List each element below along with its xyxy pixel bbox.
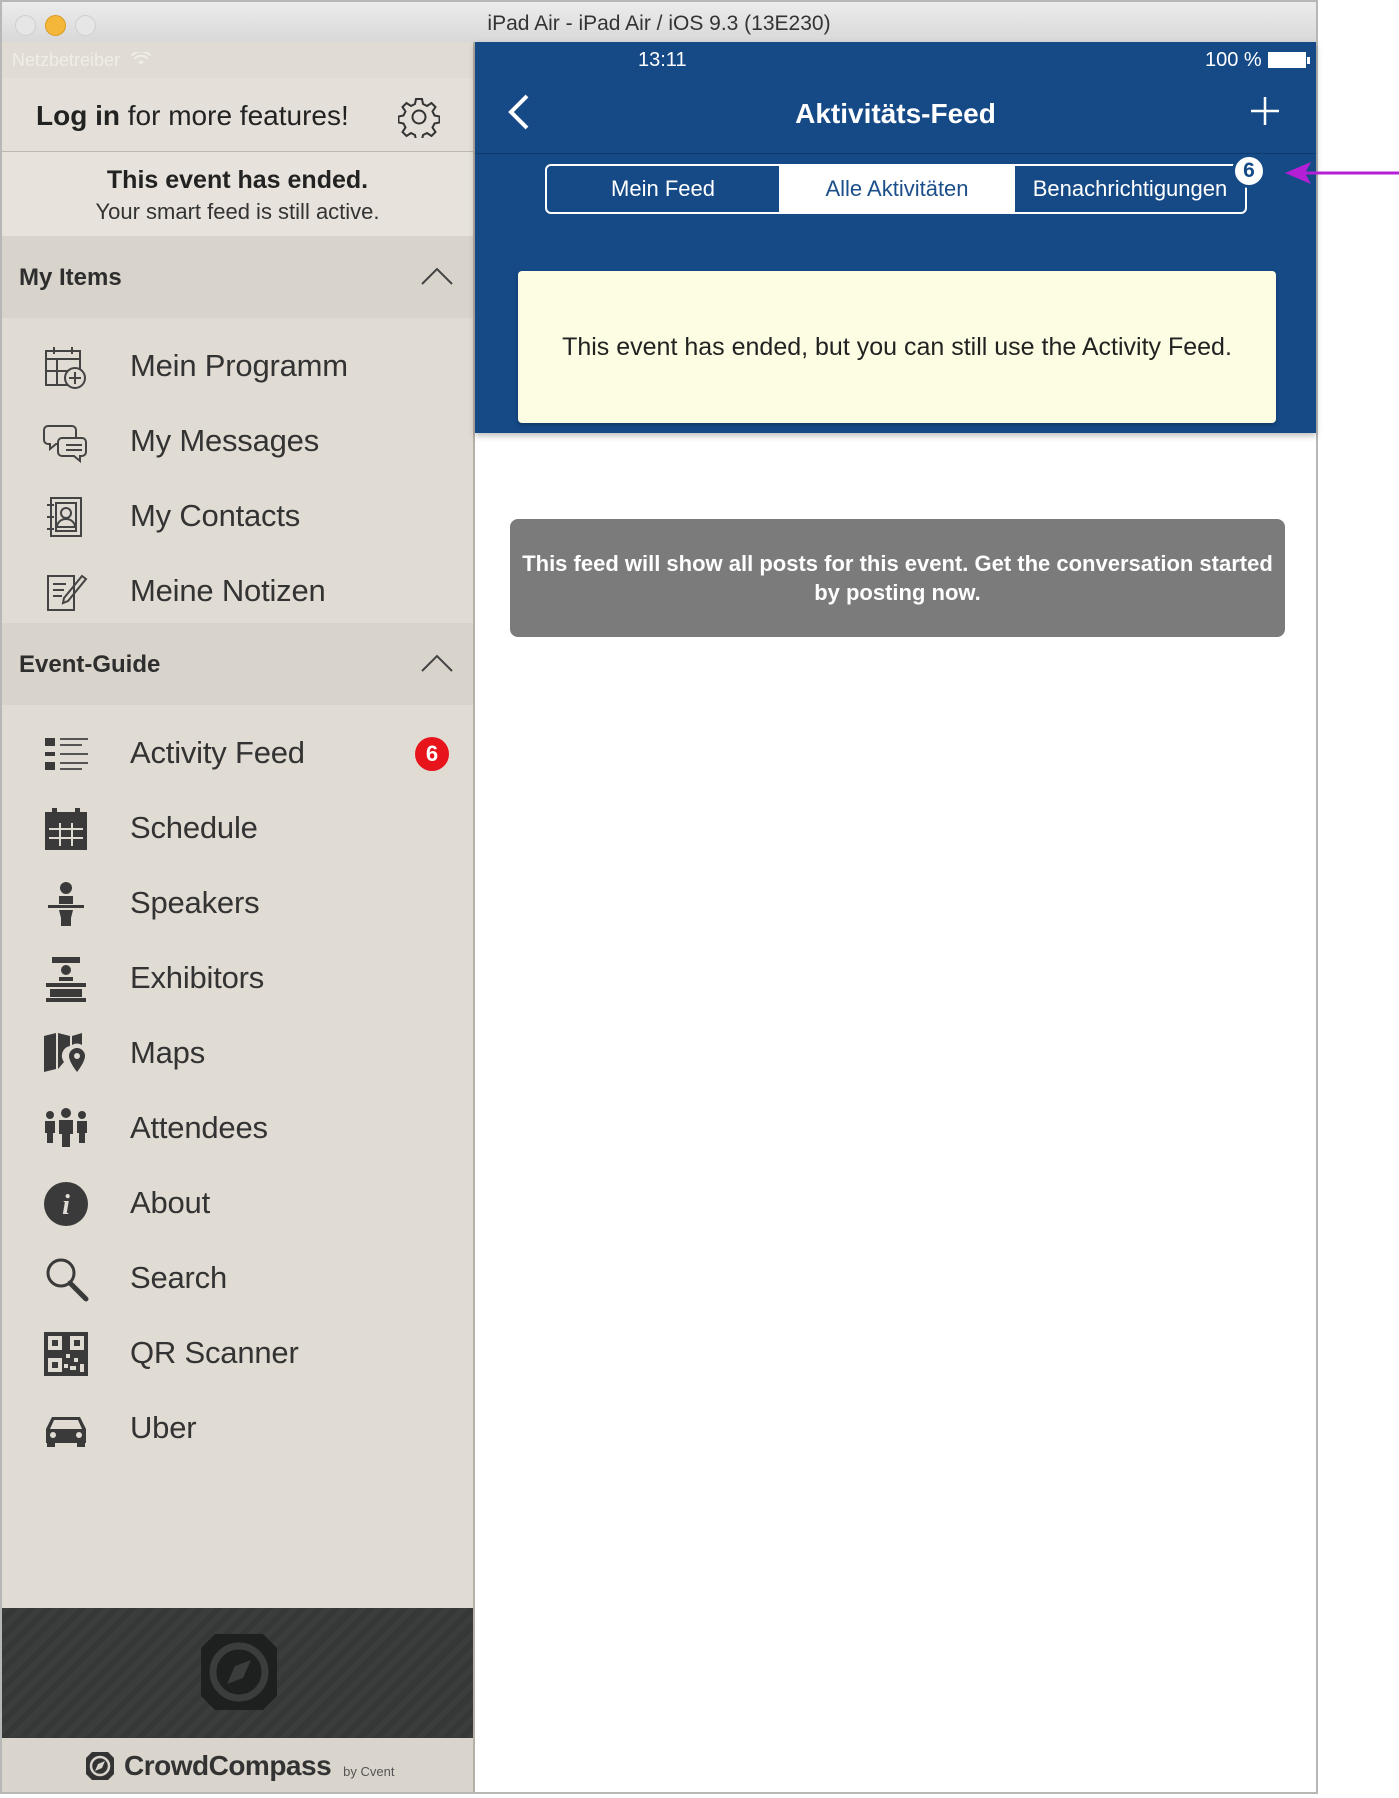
chevron-up-icon[interactable] — [420, 653, 454, 673]
sidebar-item-attendees[interactable]: Attendees — [2, 1090, 473, 1165]
minimize-window-button[interactable] — [45, 15, 66, 36]
info-icon: i — [44, 1182, 88, 1226]
event-ended-subtitle: Your smart feed is still active. — [95, 199, 380, 224]
people-icon — [45, 1108, 87, 1147]
address-book-icon — [47, 497, 82, 537]
navbar-divider — [475, 153, 1316, 154]
sidebar-item-uber[interactable]: Uber — [2, 1390, 473, 1465]
section-header-my-items[interactable]: My Items — [2, 236, 473, 318]
sidebar-item-speakers[interactable]: Speakers — [2, 865, 473, 940]
window-titlebar: iPad Air - iPad Air / iOS 9.3 (13E230) — [2, 2, 1316, 44]
map-pin-icon — [44, 1033, 85, 1072]
main-panel: 13:11 100 % Aktivitäts-Feed Mein Feed Al… — [475, 42, 1316, 1792]
sidebar-item-label: QR Scanner — [130, 1335, 299, 1370]
page-title: Aktivitäts-Feed — [795, 98, 996, 129]
chevron-up-icon[interactable] — [420, 266, 454, 286]
annotation-arrow-icon — [1285, 162, 1399, 184]
sidebar-item-label: My Contacts — [130, 498, 301, 533]
chat-bubbles-icon — [43, 425, 87, 464]
compass-logo-icon — [201, 1634, 277, 1710]
sidebar-item-label: Exhibitors — [130, 960, 265, 995]
section-label: Event-Guide — [19, 651, 161, 678]
sidebar-item-activity-feed[interactable]: Activity Feed 6 — [2, 715, 473, 790]
speaker-podium-icon — [48, 882, 84, 926]
sidebar-item-schedule[interactable]: Schedule — [2, 790, 473, 865]
sidebar-item-label: Uber — [130, 1410, 197, 1445]
feed-segmented-control: Mein Feed Alle Aktivitäten Benachrichtig… — [545, 164, 1247, 214]
event-ended-notice: This event has ended, but you can still … — [518, 271, 1276, 423]
event-ended-title: This event has ended. — [106, 166, 369, 194]
notifications-count-badge: 6 — [1232, 154, 1266, 188]
login-row[interactable]: Log in for more features! — [2, 78, 473, 152]
sidebar-item-label: Mein Programm — [130, 348, 348, 383]
sidebar-item-maps[interactable]: Maps — [2, 1015, 473, 1090]
sidebar-item-my-messages[interactable]: My Messages — [2, 403, 473, 478]
sidebar-item-label: Search — [130, 1260, 228, 1295]
car-icon — [46, 1417, 86, 1447]
add-post-icon[interactable] — [1248, 94, 1282, 128]
calendar-icon — [45, 808, 87, 850]
empty-feed-text: This feed will show all posts for this e… — [522, 551, 1273, 605]
tab-mein-feed[interactable]: Mein Feed — [547, 166, 781, 212]
status-bar: 13:11 100 % — [475, 42, 1316, 78]
brand-by-line: by Cvent — [343, 1763, 395, 1779]
battery-tip — [1307, 57, 1310, 64]
event-ended-banner: This event has ended. Your smart feed is… — [2, 152, 473, 236]
exhibitor-booth-icon — [46, 957, 86, 1002]
notice-text: This event has ended, but you can still … — [562, 332, 1232, 361]
sidebar-item-mein-programm[interactable]: Mein Programm — [2, 328, 473, 403]
battery-percentage: 100 % — [1205, 49, 1262, 71]
brand-name: CrowdCompass — [124, 1750, 332, 1781]
calendar-add-icon — [45, 347, 86, 389]
sidebar-item-label: Attendees — [130, 1110, 268, 1145]
notification-badge: 6 — [415, 737, 449, 771]
sidebar-item-about[interactable]: i About — [2, 1165, 473, 1240]
sidebar-item-exhibitors[interactable]: Exhibitors — [2, 940, 473, 1015]
qr-code-icon — [44, 1332, 88, 1376]
notes-icon — [47, 574, 88, 611]
sidebar-item-my-contacts[interactable]: My Contacts — [2, 478, 473, 553]
crowdcompass-brand: CrowdCompass by Cvent — [84, 1748, 394, 1784]
sidebar: Netzbetreiber Log in for more features! … — [2, 42, 475, 1792]
sidebar-footer — [2, 1608, 473, 1738]
battery-icon — [1268, 52, 1306, 68]
sidebar-item-meine-notizen[interactable]: Meine Notizen — [2, 553, 473, 628]
sidebar-item-label: Maps — [130, 1035, 206, 1070]
tab-benachrichtigungen[interactable]: Benachrichtigungen — [1015, 166, 1245, 212]
list-icon — [45, 738, 88, 770]
window-title: iPad Air - iPad Air / iOS 9.3 (13E230) — [487, 12, 831, 35]
brand-footer: CrowdCompass by Cvent — [2, 1738, 473, 1792]
search-icon — [46, 1258, 89, 1302]
sidebar-item-label: Activity Feed — [130, 735, 305, 770]
close-window-button[interactable] — [15, 15, 36, 36]
section-label: My Items — [19, 264, 122, 291]
wifi-icon — [131, 52, 152, 65]
crowdcompass-logo-icon — [86, 1752, 114, 1780]
navigation-header: 13:11 100 % Aktivitäts-Feed Mein Feed Al… — [475, 42, 1316, 433]
sidebar-item-label: Meine Notizen — [130, 573, 326, 608]
sidebar-item-search[interactable]: Search — [2, 1240, 473, 1315]
section-header-event-guide[interactable]: Event-Guide — [2, 623, 473, 705]
sidebar-item-label: About — [130, 1185, 211, 1220]
sidebar-item-label: Speakers — [130, 885, 260, 920]
tab-alle-aktivitaeten[interactable]: Alle Aktivitäten — [781, 166, 1015, 212]
sidebar-statusbar: Netzbetreiber — [2, 42, 473, 78]
svg-text:i: i — [62, 1190, 70, 1221]
empty-feed-message: This feed will show all posts for this e… — [510, 519, 1285, 637]
sidebar-item-label: Schedule — [130, 810, 258, 845]
login-prompt[interactable]: Log in for more features! — [36, 100, 349, 132]
carrier-label: Netzbetreiber — [12, 50, 121, 70]
sidebar-item-qr-scanner[interactable]: QR Scanner — [2, 1315, 473, 1390]
gear-icon[interactable] — [398, 96, 440, 138]
status-time: 13:11 — [638, 49, 687, 71]
zoom-window-button[interactable] — [75, 15, 96, 36]
sidebar-item-label: My Messages — [130, 423, 320, 458]
